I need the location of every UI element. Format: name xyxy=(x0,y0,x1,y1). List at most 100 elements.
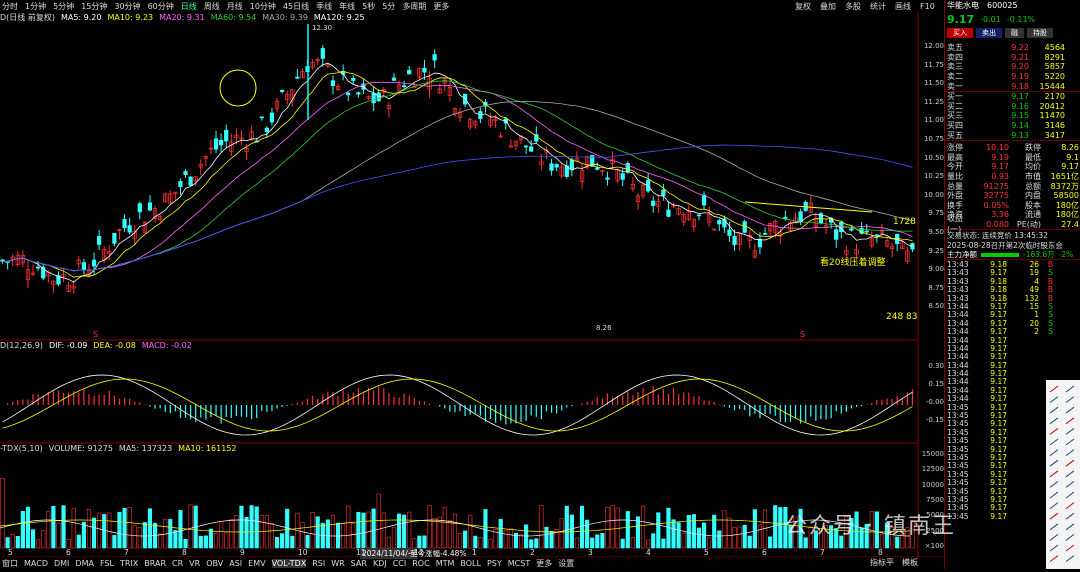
draw-tool-icon[interactable] xyxy=(1065,512,1075,520)
draw-tool-icon[interactable] xyxy=(1049,417,1059,425)
tab-fsl[interactable]: FSL xyxy=(100,559,114,568)
holdings-button[interactable]: 持股 xyxy=(1027,28,1053,38)
draw-tool-icon[interactable] xyxy=(1065,396,1075,404)
sell-button[interactable]: 卖出 xyxy=(976,28,1002,38)
tab-obv[interactable]: OBV xyxy=(206,559,223,568)
tab-kdj[interactable]: KDJ xyxy=(373,559,387,568)
draw-tool-icon[interactable] xyxy=(1049,438,1059,446)
tab-psy[interactable]: PSY xyxy=(487,559,502,568)
ask-row[interactable]: 卖一 9.18 15444 xyxy=(945,81,1080,91)
tab-sar[interactable]: SAR xyxy=(351,559,367,568)
volume-bar xyxy=(239,505,244,549)
axis-tick: 9.75 xyxy=(928,209,944,218)
draw-tool-icon[interactable] xyxy=(1049,555,1059,563)
volume-bar xyxy=(10,534,15,549)
tab-设置[interactable]: 设置 xyxy=(558,558,574,569)
volume-bar xyxy=(534,538,539,549)
month-label: 5 xyxy=(704,548,709,557)
draw-tool-icon[interactable] xyxy=(1065,438,1075,446)
volume-bar xyxy=(147,508,153,549)
volume-bar xyxy=(661,538,666,549)
axis-tick: 12500 xyxy=(921,465,944,474)
bottom-right-tabs: 指标平 模板 xyxy=(870,557,918,568)
tab-macd[interactable]: MACD xyxy=(24,559,48,568)
draw-tool-icon[interactable] xyxy=(1065,533,1075,541)
buy-button[interactable]: 买入 xyxy=(947,28,973,38)
stat-value: 0.05% xyxy=(983,200,1009,210)
tab-indicator-flat[interactable]: 指标平 xyxy=(870,557,894,568)
tab-窗口[interactable]: 窗口 xyxy=(2,558,18,569)
tab-emv[interactable]: EMV xyxy=(248,559,265,568)
volume-bar xyxy=(452,513,458,549)
volume-bar xyxy=(36,539,41,549)
tab-wr[interactable]: WR xyxy=(331,559,344,568)
volume-bar xyxy=(717,530,722,549)
draw-tool-icon[interactable] xyxy=(1065,555,1075,563)
candle-body xyxy=(849,228,854,231)
tab-mcst[interactable]: MCST xyxy=(508,559,530,568)
tab-dmi[interactable]: DMI xyxy=(54,559,69,568)
bid-row[interactable]: 买五 9.13 3417 xyxy=(945,130,1080,140)
draw-tool-icon[interactable] xyxy=(1049,523,1059,531)
tab-vol-tdx[interactable]: VOL-TDX xyxy=(271,558,307,568)
tab-dma[interactable]: DMA xyxy=(75,559,94,568)
tab-template[interactable]: 模板 xyxy=(902,557,918,568)
draw-tool-icon[interactable] xyxy=(1065,491,1075,499)
draw-tool-icon[interactable] xyxy=(1049,396,1059,404)
draw-tool-icon[interactable] xyxy=(1049,385,1059,393)
volume-bar xyxy=(529,539,534,549)
tab-roc[interactable]: ROC xyxy=(412,559,429,568)
tab-rsi[interactable]: RSI xyxy=(312,559,325,568)
draw-tool-icon[interactable] xyxy=(1065,417,1075,425)
tab-mtm[interactable]: MTM xyxy=(436,559,455,568)
draw-tool-icon[interactable] xyxy=(1065,523,1075,531)
volume-bar xyxy=(407,511,412,549)
volume-bar xyxy=(646,539,651,549)
draw-tool-icon[interactable] xyxy=(1049,512,1059,520)
draw-tool-icon[interactable] xyxy=(1065,544,1075,552)
volume-bar xyxy=(213,533,219,549)
tab-vr[interactable]: VR xyxy=(189,559,200,568)
draw-tool-icon[interactable] xyxy=(1065,385,1075,393)
volume-bar xyxy=(0,477,5,549)
volume-bar xyxy=(539,505,544,549)
flow-bar xyxy=(981,252,1019,257)
draw-tool-icon[interactable] xyxy=(1049,481,1059,488)
draw-tool-icon[interactable] xyxy=(1049,428,1059,435)
draw-tool-icon[interactable] xyxy=(1049,491,1059,499)
volume-bar xyxy=(503,530,508,549)
candle-body xyxy=(147,202,153,211)
tab-brar[interactable]: BRAR xyxy=(144,559,166,568)
draw-tool-icon[interactable] xyxy=(1049,406,1059,414)
ma60-line xyxy=(2,101,913,272)
volume-bar xyxy=(46,511,51,549)
volume-bar xyxy=(20,510,25,549)
draw-tool-icon[interactable] xyxy=(1065,470,1075,478)
draw-tool-icon[interactable] xyxy=(1065,502,1075,510)
bid-qty: 11470 xyxy=(1039,111,1065,121)
draw-tool-icon[interactable] xyxy=(1049,470,1059,478)
margin-button[interactable]: 融 xyxy=(1005,28,1024,38)
month-label: 2 xyxy=(530,548,535,557)
draw-tool-icon[interactable] xyxy=(1065,459,1075,467)
tab-cr[interactable]: CR xyxy=(172,559,183,568)
tab-boll[interactable]: BOLL xyxy=(460,559,481,568)
volume-bar xyxy=(559,518,564,549)
draw-tool-icon[interactable] xyxy=(1065,449,1075,456)
draw-tool-icon[interactable] xyxy=(1049,544,1059,552)
candle-body xyxy=(356,92,361,95)
volume-bar xyxy=(681,533,686,549)
tab-trix[interactable]: TRIX xyxy=(120,559,138,568)
draw-tool-icon[interactable] xyxy=(1065,406,1075,414)
tab-asi[interactable]: ASI xyxy=(229,559,242,568)
tab-更多[interactable]: 更多 xyxy=(536,558,552,569)
draw-tool-icon[interactable] xyxy=(1049,533,1059,541)
volume-bar xyxy=(432,518,437,549)
draw-tool-icon[interactable] xyxy=(1049,502,1059,510)
draw-tool-icon[interactable] xyxy=(1049,449,1059,456)
tab-cci[interactable]: CCI xyxy=(393,559,407,568)
kline-chart[interactable] xyxy=(0,0,944,557)
draw-tool-icon[interactable] xyxy=(1049,459,1059,467)
draw-tool-icon[interactable] xyxy=(1065,481,1075,488)
draw-tool-icon[interactable] xyxy=(1065,428,1075,435)
